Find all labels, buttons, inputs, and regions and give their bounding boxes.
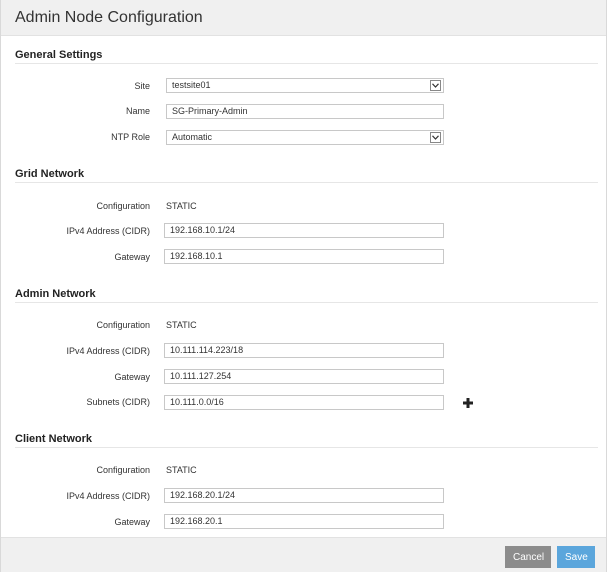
admin-subnets-label: Subnets (CIDR)	[86, 397, 150, 407]
client-gateway-input[interactable]: 192.168.20.1	[164, 514, 444, 529]
grid-ipv4-input[interactable]: 192.168.10.1/24	[164, 223, 444, 238]
ntp-role-label: NTP Role	[111, 132, 150, 142]
plus-icon[interactable]	[462, 397, 474, 409]
ntp-role-select-value: Automatic	[172, 132, 213, 142]
section-title-grid: Grid Network	[15, 168, 85, 180]
site-select-value: testsite01	[172, 80, 211, 90]
dialog-footer: Cancel Save	[1, 537, 606, 572]
section-divider	[15, 182, 598, 183]
section-divider	[15, 63, 598, 64]
save-button[interactable]: Save	[557, 546, 595, 568]
dialog-title: Admin Node Configuration	[15, 8, 203, 26]
admin-ipv4-input[interactable]: 10.111.114.223/18	[164, 343, 444, 358]
section-divider	[15, 447, 598, 448]
client-ipv4-label: IPv4 Address (CIDR)	[66, 491, 150, 501]
admin-subnets-input[interactable]: 10.111.0.0/16	[164, 395, 444, 410]
client-gateway-label: Gateway	[114, 517, 150, 527]
chevron-down-icon[interactable]	[430, 132, 441, 143]
ntp-role-select[interactable]: Automatic	[166, 130, 444, 145]
admin-config-value: STATIC	[166, 320, 197, 330]
section-title-admin: Admin Network	[15, 288, 96, 300]
admin-gateway-label: Gateway	[114, 372, 150, 382]
admin-node-config-dialog: Admin Node Configuration General Setting…	[0, 0, 607, 572]
section-divider	[15, 302, 598, 303]
section-title-general: General Settings	[15, 49, 103, 61]
site-select[interactable]: testsite01	[166, 78, 444, 93]
grid-gateway-input[interactable]: 192.168.10.1	[164, 249, 444, 264]
chevron-down-icon[interactable]	[430, 80, 441, 91]
grid-ipv4-label: IPv4 Address (CIDR)	[66, 226, 150, 236]
grid-gateway-label: Gateway	[114, 252, 150, 262]
grid-config-label: Configuration	[96, 201, 150, 211]
client-config-label: Configuration	[96, 465, 150, 475]
site-label: Site	[134, 81, 150, 91]
name-label: Name	[125, 106, 150, 116]
section-title-client: Client Network	[15, 433, 93, 445]
client-ipv4-input[interactable]: 192.168.20.1/24	[164, 488, 444, 503]
admin-ipv4-label: IPv4 Address (CIDR)	[66, 346, 150, 356]
name-input[interactable]: SG-Primary-Admin	[166, 104, 444, 119]
dialog-header: Admin Node Configuration	[1, 0, 606, 36]
admin-gateway-input[interactable]: 10.111.127.254	[164, 369, 444, 384]
grid-config-value: STATIC	[166, 201, 197, 211]
cancel-button[interactable]: Cancel	[505, 546, 551, 568]
admin-config-label: Configuration	[96, 320, 150, 330]
client-config-value: STATIC	[166, 465, 197, 475]
